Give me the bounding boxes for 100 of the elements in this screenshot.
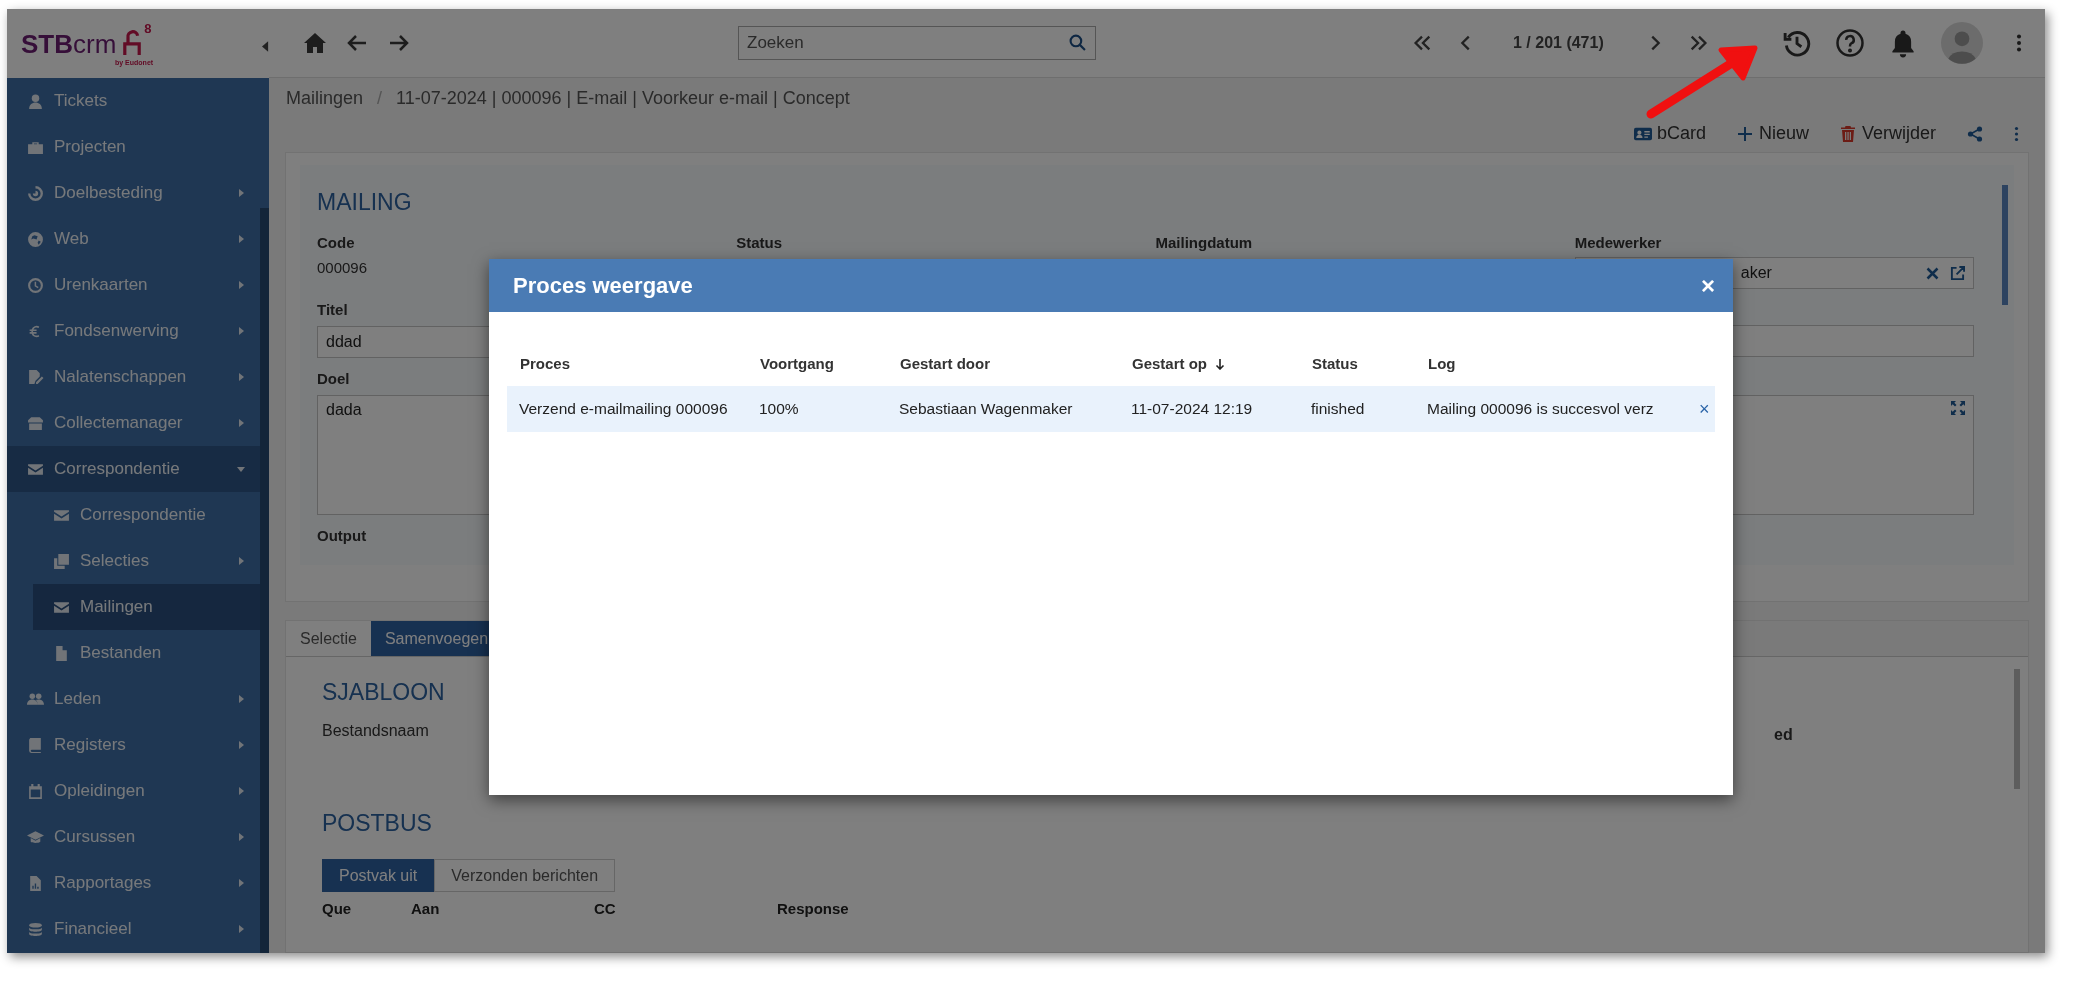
caret-icon [236,326,246,336]
caret-icon [236,740,246,750]
section-heading: SJABLOON [322,679,446,706]
more-icon[interactable] [2014,32,2023,54]
column-header[interactable]: Status [1312,355,1358,372]
caret-icon [236,924,246,934]
report-icon [27,874,44,892]
table-cell: finished [1311,400,1365,417]
document-icon [53,644,70,662]
book-icon [27,736,44,754]
breadcrumb-link[interactable]: Mailingen [286,88,364,109]
field-label: Mailingdatum [1155,234,1254,251]
sidebar-item[interactable]: Web [7,216,260,262]
sidebar-item[interactable]: Urenkaarten [7,262,260,308]
table-cell: Sebastiaan Wagenmaker [899,400,1073,417]
sort-arrow-icon [1215,357,1225,370]
clear-icon[interactable] [1925,265,1940,281]
scrollbar[interactable] [2002,185,2008,305]
sidebar-item[interactable]: Fondsenwerving [7,308,260,354]
section-heading: POSTBUS [322,810,433,837]
help-icon[interactable] [1834,28,1865,58]
sidebar-item[interactable]: Cursussen [7,814,260,860]
scrollbar[interactable] [2014,669,2020,789]
sidebar-item[interactable]: Opleidingen [7,768,260,814]
table-cell: 11-07-2024 12:19 [1131,400,1253,417]
field-label: Output [317,527,368,544]
person-icon [27,92,44,110]
column-header: Que [322,900,352,917]
field-label: Bestandsnaam [322,722,429,739]
field-label: Code [317,234,356,251]
clock-icon [27,276,44,294]
column-header: Response [777,900,849,917]
caret-icon [236,694,246,704]
page-counter: 1 / 201 (471) [1513,34,1604,52]
sidebar-item[interactable]: Selecties [7,538,260,584]
dialog-title: Proces weergave [513,272,693,299]
column-header[interactable]: Voortgang [760,355,834,372]
id-card-icon [1633,125,1652,142]
table-row[interactable]: Verzend e-mailmailing 000096 100% Sebastiaan Wagenmaker 11-07-2024 12:19 finished Mailing 000096 is succesvol verz × [507,386,1715,432]
breadcrumb-separator: / [377,88,383,109]
box-icon [27,414,44,432]
caret-icon [236,832,246,842]
column-header[interactable]: Gestart op [1132,355,1225,372]
caret-icon [236,280,246,290]
trash-icon [1838,125,1857,142]
coins-icon [27,920,44,938]
table-cell: Mailing 000096 is succesvol verz [1427,400,1654,417]
caret-icon [236,372,246,382]
scrollbar[interactable] [260,208,269,953]
table-cell: 100% [759,400,799,417]
field-label: Medewerker [1574,234,1663,251]
sidebar-item[interactable]: Correspondentie [7,492,260,538]
section-heading: MAILING [317,189,413,216]
caret-icon [236,556,246,566]
history-icon[interactable] [1781,28,1812,58]
field-label: Doel [317,370,351,387]
caret-icon [236,188,246,198]
sidebar-item[interactable]: Mailingen [33,584,260,630]
tab[interactable]: Postvak uit [322,859,435,892]
tab[interactable]: Verzonden berichten [434,859,616,892]
sidebar-item[interactable]: Registers [7,722,260,768]
column-header[interactable]: Gestart door [900,355,990,372]
caret-icon [236,418,246,428]
globe-icon [27,230,44,248]
bcard-button[interactable]: bCard [1633,123,1706,144]
share-icon[interactable] [1966,125,1984,142]
column-header[interactable]: Log [1428,355,1456,372]
breadcrumb-current: 11-07-2024 | 000096 | E-mail | Voorkeur e-mail | Concept [396,88,850,109]
plus-icon [1735,125,1754,142]
target-icon [27,184,44,202]
sidebar-item[interactable]: Financieel [7,906,260,952]
column-header: Aan [411,900,440,917]
sidebar-item[interactable]: Collectemanager [7,400,260,446]
copy-icon [53,552,70,570]
calendar-icon [27,782,44,800]
text-fragment: ed [1774,726,1793,744]
sidebar-item[interactable]: Doelbesteding [7,170,260,216]
new-button[interactable]: Nieuw [1735,123,1809,144]
field-label: Status [736,234,784,251]
sidebar-item[interactable]: Bestanden [7,630,260,676]
table-cell: Verzend e-mailmailing 000096 [519,400,728,417]
sidebar-item[interactable]: Tickets [7,78,260,124]
column-header: CC [594,900,616,917]
avatar[interactable] [1940,22,1983,64]
column-header[interactable]: Proces [520,355,571,372]
caret-icon [236,786,246,796]
search-field[interactable]: Zoeken [738,26,1096,60]
sidebar-item[interactable]: Correspondentie [7,446,260,492]
remove-button[interactable]: × [1699,398,1710,420]
expand-icon[interactable] [1951,401,1965,415]
sidebar-item[interactable]: Rapportages [7,860,260,906]
sidebar-item[interactable]: Leden [7,676,260,722]
tab[interactable]: Selectie [286,621,371,656]
graduation-cap-icon [27,828,44,846]
more-icon[interactable] [2014,125,2019,142]
sidebar-item[interactable]: Nalatenschappen [7,354,260,400]
home-icon[interactable] [303,31,327,55]
external-link-icon[interactable] [1950,265,1965,281]
sidebar-item[interactable]: Projecten [7,124,260,170]
delete-button[interactable]: Verwijder [1838,123,1936,144]
